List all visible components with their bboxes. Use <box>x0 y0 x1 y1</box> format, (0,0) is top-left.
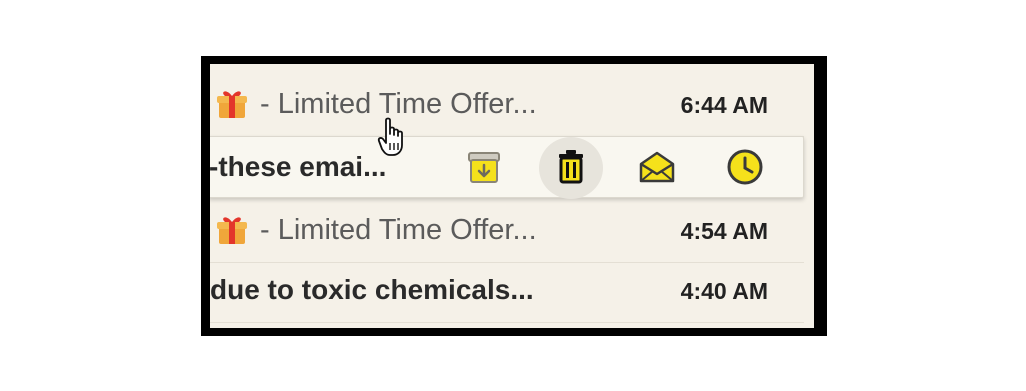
archive-icon[interactable] <box>464 147 504 187</box>
email-row[interactable]: due to toxic chemicals... 4:40 AM <box>210 260 804 323</box>
hand-pointer-cursor-icon <box>377 117 403 156</box>
email-subject: due to toxic chemicals... <box>210 274 534 305</box>
email-list: - Limited Time Offer... 6:44 AM -these e… <box>210 64 814 328</box>
clock-icon[interactable] <box>725 147 765 187</box>
screenshot-frame: - Limited Time Offer... 6:44 AM -these e… <box>201 56 827 336</box>
email-row-hovered[interactable]: -these emai... <box>210 136 804 199</box>
email-time: 4:40 AM <box>680 278 768 304</box>
email-row[interactable]: - Limited Time Offer... 4:54 AM <box>210 200 804 263</box>
email-row[interactable]: - Limited Time Offer... 6:44 AM <box>210 74 804 137</box>
email-subject: -these emai... <box>210 151 387 182</box>
email-time: 4:54 AM <box>680 218 768 244</box>
email-time: 6:44 AM <box>680 92 768 118</box>
envelope-open-icon[interactable] <box>637 147 677 187</box>
trash-icon[interactable] <box>551 147 591 187</box>
gift-icon <box>217 91 247 118</box>
email-row-partial[interactable] <box>210 322 804 328</box>
gift-icon <box>217 217 247 244</box>
email-subject: - Limited Time Offer... <box>260 214 537 246</box>
